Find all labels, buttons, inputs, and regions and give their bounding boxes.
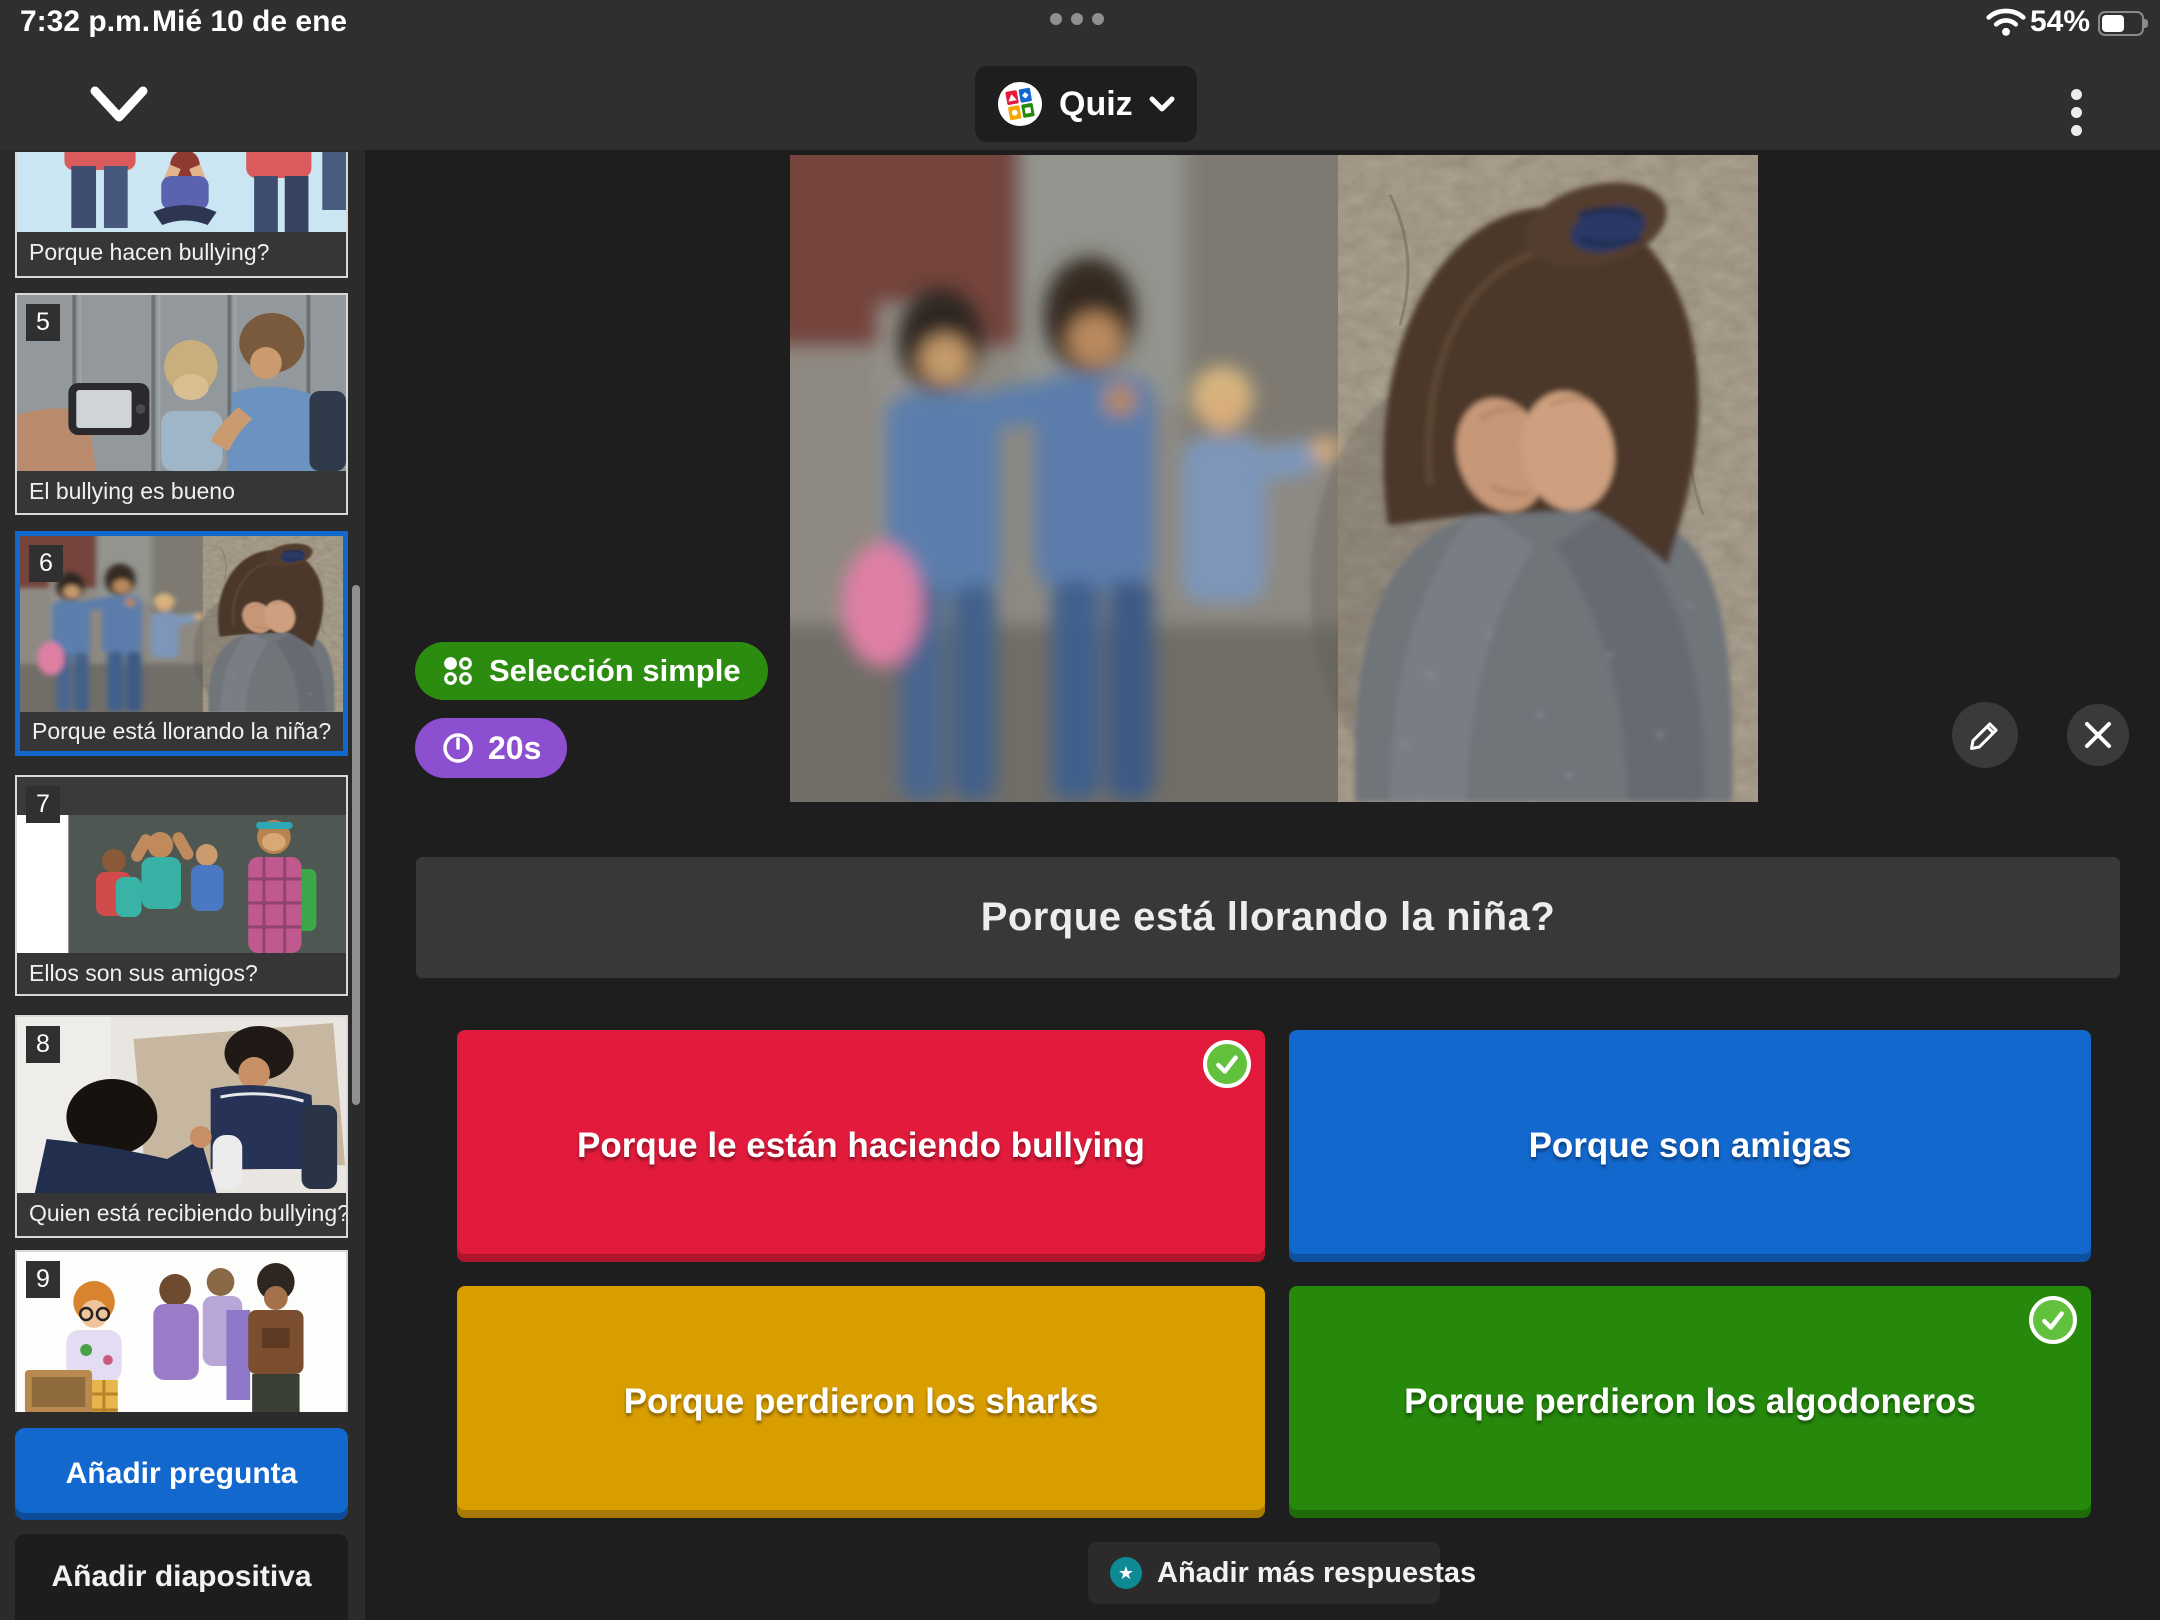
question-card-caption: Quien está recibiendo bullying? — [17, 1193, 346, 1233]
question-card-caption: El bullying es bueno — [17, 471, 346, 511]
kebab-menu-icon — [2071, 89, 2082, 100]
question-card-5[interactable]: 5 El bullying es bueno — [15, 293, 348, 515]
collapse-chevron-button[interactable] — [84, 78, 154, 134]
time-limit-label: 20s — [488, 730, 541, 767]
question-card-caption: Porque hacen bullying? — [17, 232, 346, 272]
question-type-dropdown[interactable]: Quiz — [975, 66, 1197, 142]
status-time: 7:32 p.m. — [20, 5, 150, 39]
question-card-8[interactable]: 8 Quien está recibiendo bullying? — [15, 1015, 348, 1238]
answer-option-1[interactable]: Porque le están haciendo bullying — [457, 1030, 1265, 1262]
battery-icon — [2098, 11, 2144, 36]
star-icon: ★ — [1110, 1557, 1142, 1589]
thumbnail-image-6 — [20, 536, 343, 712]
check-icon — [2040, 1307, 2066, 1333]
question-type-badge[interactable]: Selección simple — [415, 642, 768, 700]
thumbnail-image-5 — [17, 295, 346, 471]
status-date: Mié 10 de ene — [152, 5, 347, 39]
add-answers-label: Añadir más respuestas — [1157, 1557, 1476, 1590]
close-icon — [2083, 720, 2113, 750]
question-number-badge: 6 — [29, 545, 63, 582]
overflow-menu-button[interactable] — [2056, 80, 2096, 144]
quiz-type-label: Quiz — [1059, 85, 1133, 124]
answer-option-2[interactable]: Porque son amigas — [1289, 1030, 2091, 1262]
thumbnail-image-9 — [17, 1252, 346, 1428]
crying-girl-photo — [790, 155, 1758, 802]
question-card-7[interactable]: 7 — [15, 775, 348, 996]
kahoot-logo-icon — [997, 81, 1043, 127]
clock-icon — [441, 731, 475, 765]
add-slide-button[interactable]: Añadir diapositiva — [15, 1534, 348, 1620]
multitask-dots-icon — [1050, 13, 1104, 25]
edit-image-button[interactable] — [1952, 702, 2018, 768]
answer-option-3[interactable]: Porque perdieron los sharks — [457, 1286, 1265, 1518]
answer-text: Porque son amigas — [1529, 1126, 1852, 1166]
sidebar-bottom-panel: Añadir pregunta Añadir diapositiva — [0, 1412, 365, 1620]
time-limit-badge[interactable]: 20s — [415, 718, 567, 778]
question-editor-panel: Selección simple 20s Porque está llorand… — [365, 150, 2160, 1620]
chevron-down-icon — [88, 83, 150, 127]
answer-text: Porque perdieron los sharks — [624, 1382, 1099, 1422]
question-card-6-selected[interactable]: 6 Porque está llorando la niña? — [15, 531, 348, 756]
answer-text: Porque le están haciendo bullying — [577, 1126, 1145, 1166]
thumbnail-image-7 — [17, 777, 346, 953]
question-list-sidebar: Porque hacen bullying? 5 — [0, 150, 365, 1620]
check-icon — [1214, 1051, 1240, 1077]
question-text: Porque está llorando la niña? — [981, 895, 1556, 940]
remove-image-button[interactable] — [2067, 704, 2129, 766]
chevron-down-icon — [1149, 96, 1175, 113]
top-bar: 7:32 p.m. Mié 10 de ene 54% — [0, 0, 2160, 150]
question-card-caption: Porque está llorando la niña? — [20, 712, 343, 751]
grid-choices-icon — [442, 655, 474, 687]
answer-text: Porque perdieron los algodoneros — [1404, 1382, 1976, 1422]
wifi-icon — [1986, 7, 2026, 42]
correct-answer-toggle[interactable] — [2029, 1296, 2077, 1344]
question-number-badge: 8 — [26, 1026, 60, 1063]
pencil-icon — [1967, 717, 2003, 753]
question-media-image[interactable] — [790, 155, 1758, 802]
question-card-caption: Ellos son sus amigos? — [17, 953, 346, 993]
add-question-button[interactable]: Añadir pregunta — [15, 1428, 348, 1520]
thumbnail-image-4 — [17, 152, 346, 232]
correct-answer-toggle[interactable] — [1203, 1040, 1251, 1088]
question-card-4[interactable]: Porque hacen bullying? — [15, 152, 348, 278]
answer-option-4[interactable]: Porque perdieron los algodoneros — [1289, 1286, 2091, 1518]
question-type-label: Selección simple — [489, 653, 741, 689]
add-more-answers-button[interactable]: ★ Añadir más respuestas — [1088, 1542, 1440, 1604]
question-text-field[interactable]: Porque está llorando la niña? — [416, 857, 2120, 978]
battery-percent: 54% — [2030, 5, 2090, 39]
kahoot-editor-screen: 7:32 p.m. Mié 10 de ene 54% — [0, 0, 2160, 1620]
question-number-badge: 7 — [26, 786, 60, 823]
thumbnail-image-8 — [17, 1017, 346, 1193]
question-number-badge: 5 — [26, 304, 60, 341]
question-number-badge: 9 — [26, 1261, 60, 1298]
sidebar-scrollbar[interactable] — [352, 585, 360, 1105]
